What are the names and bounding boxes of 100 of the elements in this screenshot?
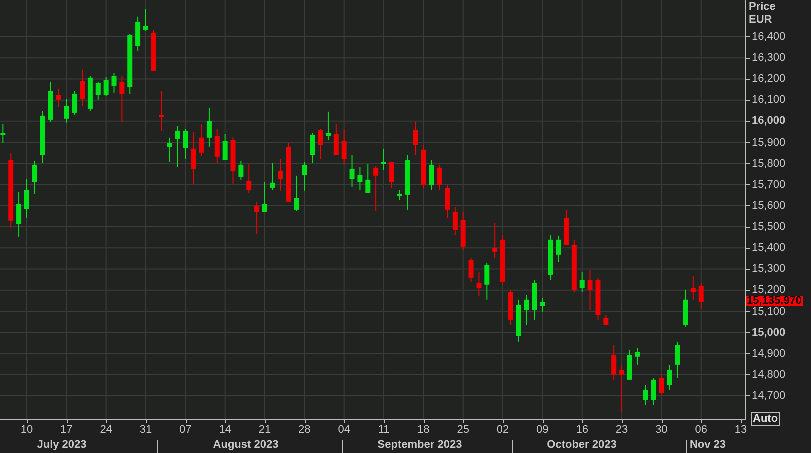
candlestick (588, 269, 593, 311)
month-label: October 2023 (547, 439, 617, 452)
date-tick-label: 13 (734, 424, 748, 437)
candlestick (468, 258, 474, 282)
date-tick-label: 11 (378, 424, 390, 437)
candlestick (643, 384, 648, 406)
price-tick-label: 16,000 (752, 114, 786, 128)
candlestick (96, 81, 101, 100)
candlestick (564, 209, 569, 246)
candlestick (206, 107, 212, 148)
price-tick-label: 14,700 (752, 388, 786, 403)
price-tick-label: 15,100 (752, 306, 786, 318)
candlestick (136, 16, 141, 52)
candlestick (183, 128, 188, 160)
candlestick (151, 30, 156, 72)
candlestick (508, 289, 514, 326)
candlestick (374, 166, 379, 212)
candlestick (413, 122, 418, 156)
date-tick-label: 25 (457, 424, 470, 437)
candlestick (40, 110, 46, 164)
candlestick (262, 182, 268, 213)
candlestick (286, 142, 292, 202)
candlestick (651, 378, 656, 406)
price-tick-label: 15,400 (752, 241, 786, 256)
candlestick (460, 212, 466, 251)
date-tick-label: 30 (656, 424, 668, 437)
date-tick-label: 17 (60, 424, 73, 437)
candlestick (698, 282, 704, 308)
date-tick-label: 02 (496, 424, 510, 437)
price-tick-label: 16,200 (752, 72, 786, 86)
candlestick (397, 190, 402, 200)
candlestick (64, 98, 70, 124)
candlestick (690, 276, 696, 300)
candlestick (429, 160, 434, 191)
candlestick (683, 289, 688, 328)
date-tick-label: 28 (298, 424, 311, 437)
price-tick-label: 14,800 (752, 368, 786, 382)
candlestick (48, 81, 54, 123)
candlestick (318, 128, 324, 160)
month-label: Nov 23 (690, 439, 726, 452)
auto-button[interactable]: Auto (751, 412, 780, 426)
candlestick (405, 154, 410, 210)
price-tick-label: 15,000 (752, 326, 786, 340)
candlestick (72, 90, 78, 116)
date-tick-label: 04 (338, 424, 350, 437)
date-tick-label: 14 (219, 424, 232, 437)
candlestick (524, 294, 530, 326)
price-tick-label: 15,800 (752, 156, 786, 171)
candlestick (556, 235, 562, 263)
date-tick-label: 09 (536, 424, 549, 437)
month-label: August 2023 (213, 439, 279, 452)
candlestick (270, 162, 276, 191)
candlestick (0, 123, 6, 144)
candlestick (310, 132, 316, 164)
candlestick (612, 344, 617, 380)
candlestick (366, 164, 371, 194)
candlestick (382, 148, 386, 170)
candlestick (143, 8, 148, 32)
candlestick (128, 34, 133, 94)
candlestick (159, 90, 164, 132)
candlestick (492, 222, 498, 259)
date-tick-label: 10 (20, 424, 34, 437)
candlestick (80, 69, 86, 107)
price-tick-label: 15,900 (752, 136, 786, 150)
candlestick (516, 299, 522, 342)
candlestick (334, 123, 339, 156)
candlestick (659, 374, 664, 396)
candlestick (572, 239, 577, 293)
candlestick (540, 298, 546, 312)
candlestick (16, 191, 22, 238)
candlestick (675, 341, 680, 379)
candlestick (667, 364, 672, 391)
candlestick (230, 136, 236, 184)
price-tick-label: 15,200 (752, 283, 786, 296)
date-tick-label: 21 (258, 424, 272, 437)
candlestick (112, 72, 117, 94)
date-tick-label: 16 (576, 424, 588, 437)
candlestick (120, 76, 125, 123)
candlestick (294, 175, 300, 212)
price-tick-label: 14,900 (752, 346, 786, 361)
candlestick (580, 272, 585, 293)
price-tick-label: 15,700 (752, 178, 786, 192)
candlestick (548, 234, 554, 281)
date-tick-label: 24 (100, 424, 112, 437)
candlestick (500, 234, 506, 286)
candlestick (167, 137, 172, 162)
date-tick-label: 18 (418, 424, 430, 437)
candlestick (104, 76, 109, 97)
axis-title: Price (749, 1, 776, 14)
candlestick (222, 134, 228, 161)
candlestick (358, 166, 363, 191)
date-tick-label: 23 (616, 424, 628, 437)
candlestick (246, 164, 252, 194)
month-label: July 2023 (37, 439, 87, 452)
month-label: September 2023 (378, 439, 462, 452)
candlestick (532, 280, 538, 320)
candlestick (326, 111, 331, 141)
axis-title: EUR (749, 14, 774, 27)
price-tick-label: 16,100 (752, 93, 786, 108)
candlestick (191, 132, 196, 184)
